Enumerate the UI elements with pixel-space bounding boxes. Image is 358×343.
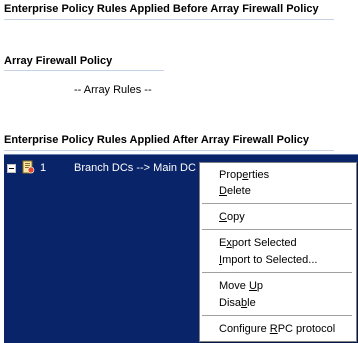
menu-item-label: mport to Selected... [222, 254, 318, 266]
menu-item-accelerator: R [269, 323, 278, 335]
menu-item-move-up[interactable]: Move Up [219, 280, 263, 292]
section-title-array-policy: Array Firewall Policy [4, 55, 113, 67]
rule-icon [21, 160, 35, 174]
section-title-after-array-policy: Enterprise Policy Rules Applied After Ar… [4, 134, 310, 146]
menu-item-accelerator: D [219, 185, 227, 197]
section-divider [4, 150, 334, 151]
menu-item-label: opy [226, 211, 245, 223]
section-title-before-array-policy: Enterprise Policy Rules Applied Before A… [4, 3, 319, 15]
section-divider [4, 19, 334, 20]
menu-item-label: rties [248, 169, 270, 181]
collapse-icon[interactable] [7, 164, 16, 173]
menu-item-label: le [247, 297, 256, 309]
menu-item-accelerator: U [248, 280, 257, 292]
menu-item-export-selected[interactable]: Export Selected [219, 237, 297, 249]
menu-item-label: Move [219, 280, 249, 292]
menu-item-delete[interactable]: Delete [219, 185, 251, 197]
menu-item-label: Configure [219, 323, 270, 335]
menu-separator [202, 315, 352, 317]
menu-item-accelerator: C [219, 211, 227, 223]
array-rules-placeholder: -- Array Rules -- [74, 84, 152, 96]
menu-item-import-to-selected[interactable]: Import to Selected... [219, 254, 317, 266]
menu-item-copy[interactable]: Copy [219, 211, 245, 223]
menu-item-label: port Selected [231, 237, 297, 249]
menu-separator [202, 272, 352, 274]
menu-separator [202, 203, 352, 205]
menu-item-disable[interactable]: Disable [219, 297, 256, 309]
menu-item-label: PC protocol [277, 323, 336, 335]
menu-separator [202, 229, 352, 231]
section-divider [4, 70, 164, 71]
menu-item-properties[interactable]: Properties [219, 169, 269, 181]
rule-number: 1 [40, 162, 47, 174]
menu-item-label: elete [226, 185, 251, 197]
rule-name[interactable]: Branch DCs --> Main DC [74, 162, 196, 174]
menu-item-label: p [256, 280, 264, 292]
menu-item-label: Prop [219, 169, 243, 181]
menu-item-configure-rpc-protocol[interactable]: Configure RPC protocol [219, 323, 335, 335]
menu-item-label: Disa [219, 297, 242, 309]
context-menu: Properties Delete Copy Export Selected I… [199, 162, 357, 342]
